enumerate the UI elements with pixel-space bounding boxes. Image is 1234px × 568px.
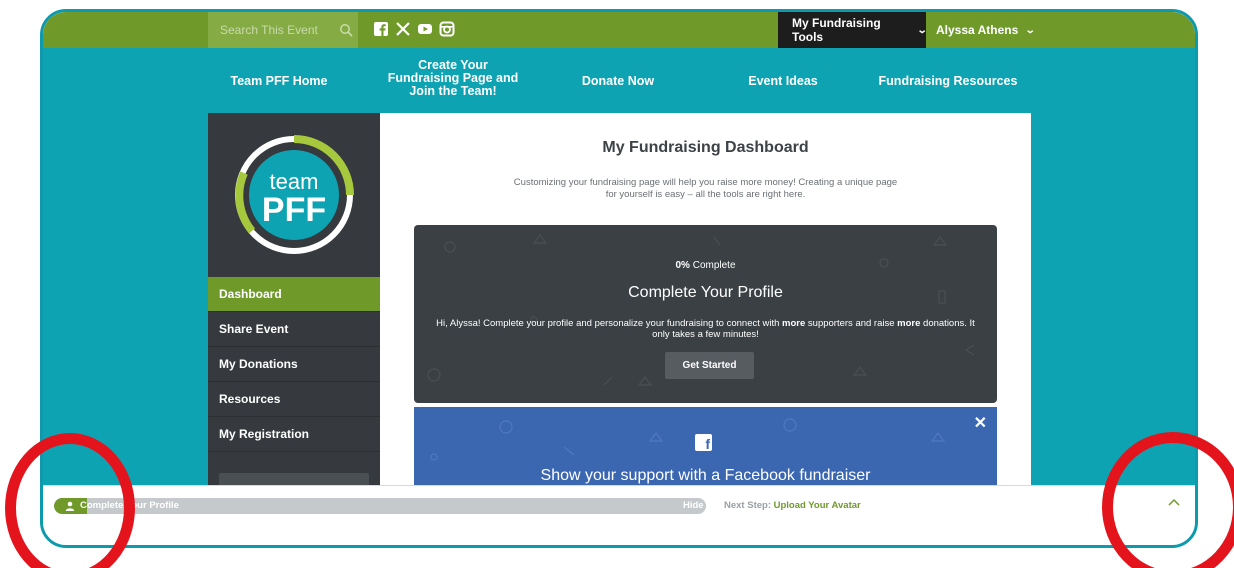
instagram-icon[interactable] xyxy=(439,21,455,37)
facebook-icon: f xyxy=(695,434,712,451)
sidebar-item-my-donations[interactable]: My Donations xyxy=(208,347,380,382)
sidebar-item-resources[interactable]: Resources xyxy=(208,382,380,417)
browser-frame: Search This Event My Fundraising Tools ⌄… xyxy=(40,9,1198,548)
facebook-fundraiser-text: Show your support with a Facebook fundra… xyxy=(540,467,871,484)
logo-text-pff: PFF xyxy=(262,191,326,229)
facebook-fundraiser-card: ✕ f Show your support with a Facebook fu… xyxy=(414,407,997,493)
chevron-down-icon: ⌄ xyxy=(1025,24,1036,36)
profile-card-text: Hi, Alyssa! Complete your profile and pe… xyxy=(434,318,977,340)
upload-avatar-link[interactable]: Upload Your Avatar xyxy=(774,500,861,511)
user-menu[interactable]: Alyssa Athens ⌄ xyxy=(926,12,1036,48)
my-fundraising-tools-menu[interactable]: My Fundraising Tools ⌄ xyxy=(778,12,927,48)
search-input[interactable]: Search This Event xyxy=(208,12,358,48)
complete-profile-card: 0% Complete Complete Your Profile Hi, Al… xyxy=(414,225,997,403)
progress-track: Complete Your Profile Hide xyxy=(54,498,706,514)
nav-donate-now[interactable]: Donate Now xyxy=(563,75,673,88)
profile-percent-suffix: Complete xyxy=(689,260,736,271)
page-title: My Fundraising Dashboard xyxy=(602,139,809,156)
get-started-button[interactable]: Get Started xyxy=(665,352,754,379)
next-step-prefix: Next Step: xyxy=(724,500,774,511)
profile-percent: 0% xyxy=(675,260,690,271)
profile-text-part: supporters and raise xyxy=(805,318,898,329)
nav-team-pff-home[interactable]: Team PFF Home xyxy=(219,75,339,88)
sidebar-item-my-registration[interactable]: My Registration xyxy=(208,417,380,452)
nav-fundraising-resources[interactable]: Fundraising Resources xyxy=(868,75,1028,88)
profile-completion-status: 0% Complete xyxy=(414,260,997,271)
profile-progress-bar: Complete Your Profile Hide Next Step: Up… xyxy=(43,485,1195,545)
nav-create-fundraising-page[interactable]: Create Your Fundraising Page and Join th… xyxy=(383,59,523,98)
x-icon[interactable] xyxy=(395,21,411,37)
profile-text-bold: more xyxy=(782,318,806,329)
profile-text-bold: more xyxy=(897,318,921,329)
profile-text-part: Hi, Alyssa! Complete your profile and pe… xyxy=(436,318,783,329)
profile-card-title: Complete Your Profile xyxy=(628,284,783,301)
dashboard-main: My Fundraising Dashboard Customizing you… xyxy=(380,113,1031,493)
dashboard-sidebar: team PFF Dashboard Share Event My Donati… xyxy=(208,113,380,493)
youtube-icon[interactable] xyxy=(417,21,433,37)
sidebar-item-share-event[interactable]: Share Event xyxy=(208,312,380,347)
search-icon[interactable] xyxy=(339,23,353,37)
next-step: Next Step: Upload Your Avatar xyxy=(724,500,861,511)
screenshot-stage: Search This Event My Fundraising Tools ⌄… xyxy=(0,0,1234,568)
top-bar: Search This Event My Fundraising Tools ⌄… xyxy=(43,12,1195,48)
tools-menu-label: My Fundraising Tools xyxy=(792,16,881,44)
team-pff-logo: team PFF xyxy=(235,135,354,254)
sidebar-item-dashboard[interactable]: Dashboard xyxy=(208,277,380,312)
close-icon[interactable]: ✕ xyxy=(974,413,987,433)
nav-event-ideas[interactable]: Event Ideas xyxy=(733,75,833,88)
facebook-icon[interactable] xyxy=(373,21,389,37)
user-menu-label: Alyssa Athens xyxy=(936,23,1019,37)
hide-button[interactable]: Hide xyxy=(683,498,704,514)
page-subtitle: Customizing your fundraising page will h… xyxy=(513,177,898,200)
